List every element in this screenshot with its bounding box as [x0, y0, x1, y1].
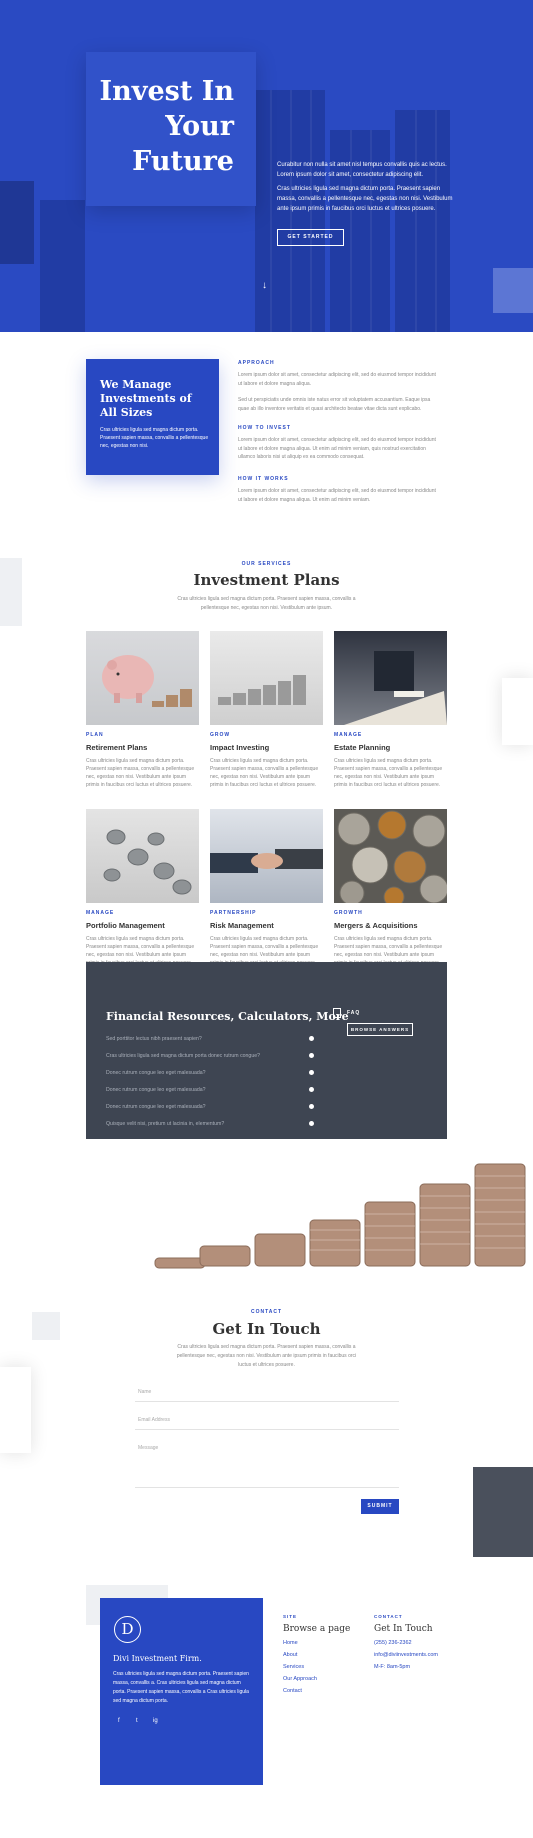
card-title-risk-management[interactable]: Risk Management: [210, 921, 274, 930]
message-field[interactable]: Message: [135, 1445, 399, 1488]
decorative-block: [0, 1367, 31, 1453]
email-address[interactable]: info@diviinvestments.com: [374, 1652, 438, 1658]
coin-pile-image[interactable]: [334, 809, 447, 903]
footer-link-our-approach[interactable]: Our Approach: [283, 1676, 317, 1682]
submit-button[interactable]: SUBMIT: [361, 1499, 399, 1514]
site-heading: SITE: [283, 1614, 298, 1619]
faq-item[interactable]: Donec rutrum congue leo eget malesuada?: [106, 1104, 316, 1110]
card-category: GROW: [210, 732, 231, 738]
footer-link-about[interactable]: About: [283, 1652, 297, 1658]
coins-on-table-image[interactable]: [86, 809, 199, 903]
decorative-block: [493, 268, 533, 313]
coin-stacks-image[interactable]: [210, 631, 323, 725]
instagram-icon[interactable]: ig: [153, 1718, 158, 1724]
card-title-portfolio-management[interactable]: Portfolio Management: [86, 921, 165, 930]
about-title: We Manage Investments of All Sizes: [100, 378, 192, 419]
how-to-invest-heading: HOW TO INVEST: [238, 425, 291, 431]
faq-toggle-icon[interactable]: [309, 1053, 314, 1058]
piggy-bank-image[interactable]: [86, 631, 199, 725]
faq-toggle-icon[interactable]: [309, 1104, 314, 1109]
approach-heading: APPROACH: [238, 360, 275, 366]
faq-title: Financial Resources, Calculators, More: [106, 1010, 349, 1023]
brand-logo[interactable]: D: [114, 1616, 141, 1643]
browse-answers-button[interactable]: BROWSE ANSWERS: [347, 1023, 413, 1036]
hero-body-text: Cras ultricies ligula sed magna dictum p…: [277, 186, 453, 212]
hero-section: Invest In Your Future Curabitur non null…: [0, 0, 533, 332]
faq-toggle-icon[interactable]: [309, 1087, 314, 1092]
approach-text-2: Sed ut perspiciatis unde omnis iste natu…: [238, 397, 431, 412]
faq-panel: [86, 962, 447, 1139]
card-title-impact-investing[interactable]: Impact Investing: [210, 743, 269, 752]
contact-heading: CONTACT: [374, 1614, 403, 1619]
phone-number[interactable]: (255) 236-2362: [374, 1640, 412, 1646]
business-hours: M-F: 8am-5pm: [374, 1664, 411, 1670]
card-category: GROWTH: [334, 910, 363, 916]
faq-toggle-icon[interactable]: [309, 1121, 314, 1126]
handshake-image[interactable]: [210, 809, 323, 903]
footer-link-home[interactable]: Home: [283, 1640, 298, 1646]
card-text: Cras ultricies ligula sed magna dictum p…: [334, 758, 443, 788]
services-title: Investment Plans: [193, 571, 340, 589]
firm-name: Divi Investment Firm.: [113, 1654, 202, 1663]
firm-description: Cras ultricies ligula sed magna dictum p…: [113, 1671, 249, 1704]
card-title-mergers-acquisitions[interactable]: Mergers & Acquisitions: [334, 921, 418, 930]
coin-stacks-banner-image: [150, 1150, 533, 1280]
how-it-works-text: Lorem ipsum dolor sit amet, consectetur …: [238, 488, 436, 503]
about-text: Cras ultricies ligula sed magna dictum p…: [100, 427, 209, 449]
card-title-retirement-plans[interactable]: Retirement Plans: [86, 743, 147, 752]
twitter-icon[interactable]: t: [136, 1718, 138, 1724]
decorative-block: [502, 678, 533, 745]
approach-text: Lorem ipsum dolor sit amet, consectetur …: [238, 372, 436, 387]
building-shape: [395, 110, 450, 332]
services-subtitle: Cras ultricies ligula sed magna dictum p…: [177, 596, 356, 611]
faq-label: FAQ: [347, 1010, 361, 1016]
faq-toggle-icon[interactable]: [309, 1036, 314, 1041]
card-category: MANAGE: [86, 910, 115, 916]
faq-item[interactable]: Donec rutrum congue leo eget malesuada?: [106, 1070, 316, 1076]
decorative-block: [0, 558, 22, 626]
how-to-invest-text: Lorem ipsum dolor sit amet, consectetur …: [238, 437, 436, 460]
building-shape: [40, 200, 85, 332]
decorative-block: [0, 181, 34, 264]
card-category: MANAGE: [334, 732, 363, 738]
faq-item[interactable]: Cras ultricies ligula sed magna dictum p…: [106, 1053, 316, 1059]
footer-contact-title: Get In Touch: [374, 1624, 433, 1634]
faq-toggle-icon[interactable]: [309, 1070, 314, 1075]
document-icon: [333, 1008, 341, 1018]
card-category: PARTNERSHIP: [210, 910, 257, 916]
card-text: Cras ultricies ligula sed magna dictum p…: [86, 758, 195, 788]
site-title: Browse a page: [283, 1624, 351, 1634]
card-category: PLAN: [86, 732, 104, 738]
contact-label: CONTACT: [250, 1309, 283, 1315]
contact-subtitle: Cras ultricies ligula sed magna dictum p…: [176, 1344, 357, 1368]
card-text: Cras ultricies ligula sed magna dictum p…: [210, 758, 319, 788]
name-field[interactable]: Name: [135, 1389, 399, 1402]
facebook-icon[interactable]: f: [118, 1718, 120, 1724]
services-label: OUR SERVICES: [241, 561, 292, 567]
contact-title: Get In Touch: [212, 1320, 321, 1338]
get-started-button[interactable]: GET STARTED: [277, 229, 344, 246]
how-it-works-heading: HOW IT WORKS: [238, 476, 289, 482]
footer-link-services[interactable]: Services: [283, 1664, 304, 1670]
footer-link-contact[interactable]: Contact: [283, 1688, 302, 1694]
decorative-block: [473, 1467, 533, 1557]
signing-document-image[interactable]: [334, 631, 447, 725]
scroll-down-icon[interactable]: ↓: [262, 280, 267, 291]
card-title-estate-planning[interactable]: Estate Planning: [334, 743, 390, 752]
hero-intro-text: Curabitur non nulla sit amet nisl tempus…: [277, 162, 447, 178]
email-field[interactable]: Email Address: [135, 1417, 399, 1430]
faq-item[interactable]: Sed porttitor lectus nibh praesent sapie…: [106, 1036, 316, 1042]
faq-item[interactable]: Donec rutrum congue leo eget malesuada?: [106, 1087, 316, 1093]
faq-item[interactable]: Quisque velit nisi, pretium ut lacinia i…: [106, 1121, 316, 1127]
hero-title: Invest In Your Future: [99, 76, 234, 177]
